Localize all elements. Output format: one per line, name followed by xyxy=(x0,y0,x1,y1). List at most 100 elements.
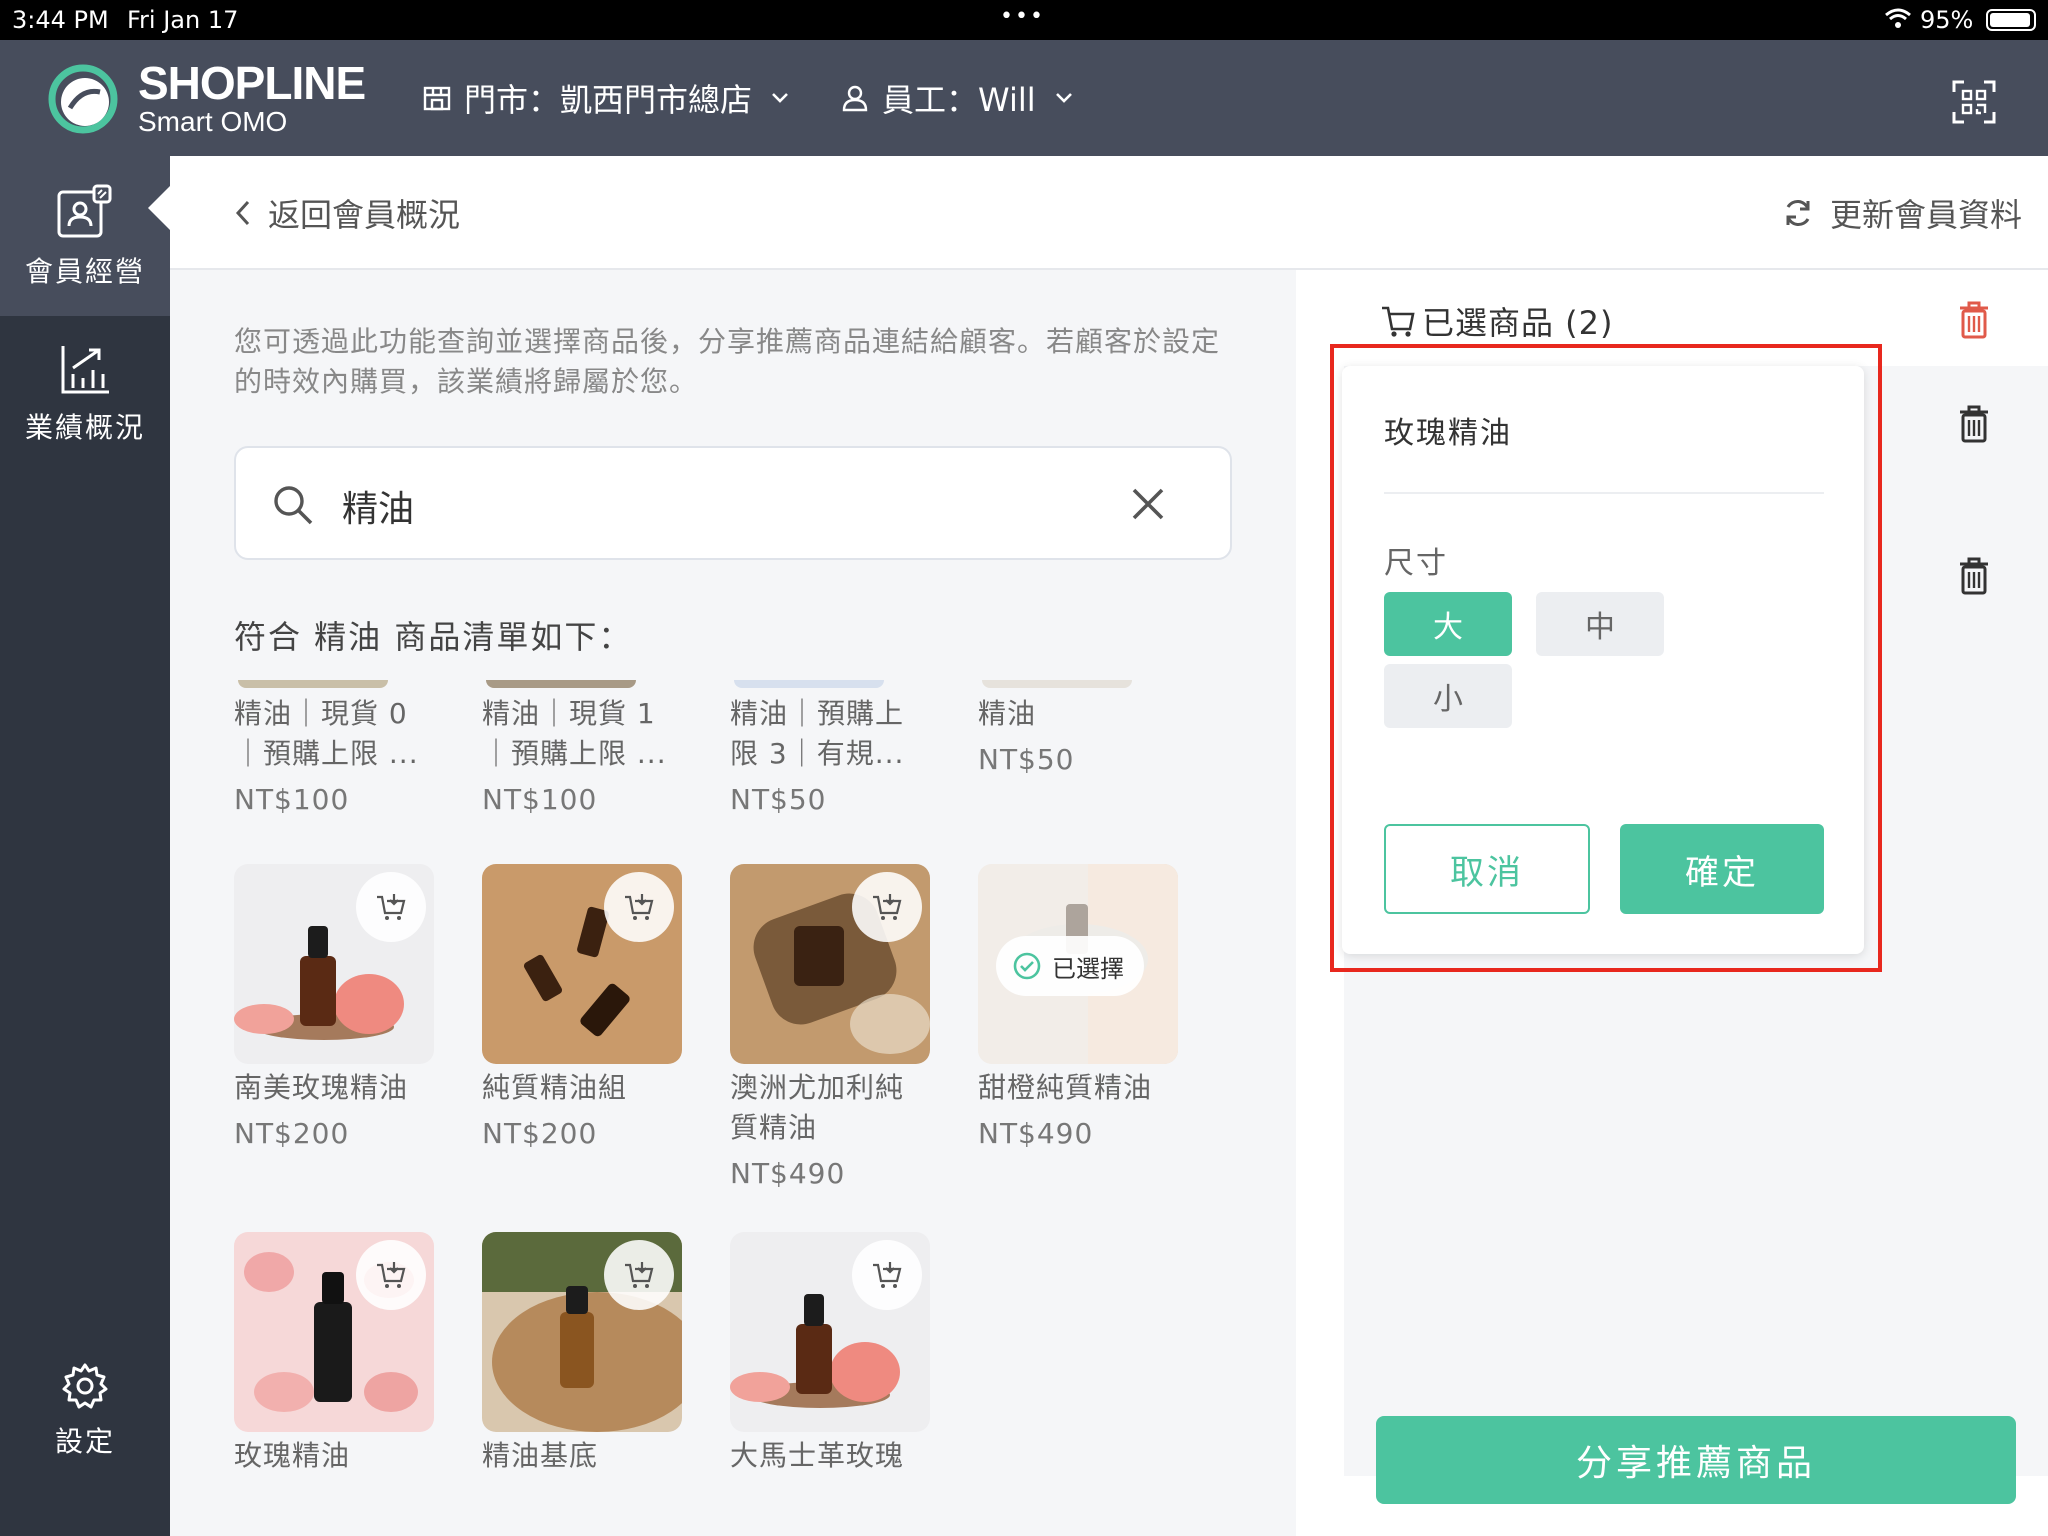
product-card[interactable]: 玫瑰精油 xyxy=(234,1232,434,1476)
refresh-icon xyxy=(1786,200,1810,226)
product-price: NT$50 xyxy=(978,743,1075,776)
product-name: 澳洲尤加利純質精油 xyxy=(730,1071,905,1144)
add-cart-icon xyxy=(873,894,902,920)
add-to-cart-button[interactable] xyxy=(604,1240,674,1310)
selected-label: 已選擇 xyxy=(1052,954,1124,983)
product-card[interactable]: 純質精油組 NT$200 xyxy=(482,864,682,1154)
add-to-cart-button[interactable] xyxy=(852,872,922,942)
product-card[interactable]: 大馬士革玫瑰 xyxy=(730,1232,930,1476)
back-label: 返回會員概況 xyxy=(268,196,461,234)
add-cart-icon xyxy=(625,1262,654,1288)
sidebar-item-label: 設定 xyxy=(54,1425,115,1458)
battery-icon xyxy=(1986,9,2036,31)
product-price: NT$100 xyxy=(482,783,598,816)
sidebar: 會員經營 業績概況 設定 xyxy=(0,156,170,1536)
remove-item-trash-icon[interactable] xyxy=(1956,404,1992,444)
result-title: 符合 精油 商品清單如下： xyxy=(234,618,633,656)
search-input[interactable]: 精油 xyxy=(234,446,1232,560)
close-icon[interactable] xyxy=(1128,484,1168,524)
app-header: SHOPLINE Smart OMO 門市：凱西門市總店 員工：Will xyxy=(0,40,2048,156)
member-card-icon xyxy=(57,184,112,238)
status-date: Fri Jan 17 xyxy=(127,6,239,34)
clear-all-trash-icon[interactable] xyxy=(1956,300,1992,340)
product-card[interactable]: 精油｜現貨 1｜預購上限 ... NT$100 xyxy=(482,680,682,820)
product-image xyxy=(234,864,434,1064)
search-icon xyxy=(274,486,313,525)
product-image xyxy=(482,864,682,1064)
product-image xyxy=(730,1232,930,1432)
product-name: 大馬士革玫瑰 xyxy=(730,1439,905,1472)
share-recommend-button[interactable]: 分享推薦商品 xyxy=(1376,1416,2016,1504)
product-search-panel: 您可透過此功能查詢並選擇商品後，分享推薦商品連結給顧客。若顧客於設定的時效內購買… xyxy=(170,270,1296,1536)
add-cart-icon xyxy=(377,894,406,920)
store-icon xyxy=(423,86,451,111)
search-value: 精油 xyxy=(342,489,415,530)
store-label: 門市：凱西門市總店 xyxy=(464,81,753,119)
qr-scan-icon[interactable] xyxy=(1952,80,1996,124)
product-card[interactable]: 精油｜現貨 0｜預購上限 ... NT$100 xyxy=(234,680,434,820)
remove-item-trash-icon[interactable] xyxy=(1956,556,1992,596)
product-price: NT$100 xyxy=(234,783,350,816)
product-name: 甜橙純質精油 xyxy=(978,1071,1153,1104)
sidebar-item-settings[interactable]: 設定 xyxy=(0,1362,170,1460)
product-price: NT$200 xyxy=(234,1117,350,1150)
product-price: NT$50 xyxy=(730,783,827,816)
back-button[interactable]: 返回會員概況 xyxy=(232,190,460,236)
product-card[interactable]: 已選擇 甜橙純質精油 NT$490 xyxy=(978,864,1178,1154)
product-image: 已選擇 xyxy=(978,864,1178,1064)
product-price: NT$490 xyxy=(730,1157,846,1190)
product-name: 精油｜預購上限 3｜有規... xyxy=(730,697,905,770)
product-price: NT$200 xyxy=(482,1117,598,1150)
add-to-cart-button[interactable] xyxy=(356,872,426,942)
status-time: 3:44 PM xyxy=(12,6,109,34)
brand-subtitle: Smart OMO xyxy=(138,106,288,137)
staff-label: 員工：Will xyxy=(882,81,1036,119)
add-to-cart-button[interactable] xyxy=(852,1240,922,1310)
add-cart-icon xyxy=(377,1262,406,1288)
sidebar-item-label: 業績概況 xyxy=(24,411,145,444)
product-card[interactable]: 澳洲尤加利純質精油 NT$490 xyxy=(730,864,930,1194)
check-circle-icon xyxy=(1013,952,1041,980)
staff-selector[interactable]: 員工：Will xyxy=(840,76,1074,120)
product-name: 精油 xyxy=(978,697,1037,730)
product-name: 南美玫瑰精油 xyxy=(234,1071,409,1104)
chevron-down-icon xyxy=(772,93,788,103)
add-to-cart-button[interactable] xyxy=(356,1240,426,1310)
product-image xyxy=(734,680,884,688)
sidebar-item-performance[interactable]: 業績概況 xyxy=(0,344,170,446)
wifi-icon xyxy=(1885,8,1911,28)
product-card[interactable]: 精油 NT$50 xyxy=(978,680,1178,780)
product-card[interactable]: 精油｜預購上限 3｜有規... NT$50 xyxy=(730,680,930,820)
cart-icon xyxy=(1382,306,1415,337)
store-selector[interactable]: 門市：凱西門市總店 xyxy=(422,76,790,120)
status-bar: 3:44 PM Fri Jan 17 ••• 95% xyxy=(0,0,2048,40)
product-name: 精油｜現貨 1｜預購上限 ... xyxy=(482,697,667,770)
product-card[interactable]: 精油基底 xyxy=(482,1232,682,1476)
selected-badge: 已選擇 xyxy=(996,936,1144,996)
battery-percent: 95% xyxy=(1920,6,1974,34)
refresh-label: 更新會員資料 xyxy=(1829,196,2022,234)
product-image xyxy=(730,864,930,1064)
chevron-left-icon xyxy=(235,200,250,226)
product-card[interactable]: 南美玫瑰精油 NT$200 xyxy=(234,864,434,1154)
product-name: 玫瑰精油 xyxy=(234,1439,351,1472)
sub-header: 返回會員概況 更新會員資料 xyxy=(170,156,2048,270)
cart-title-label: 已選商品 (2) xyxy=(1422,304,1614,342)
user-icon xyxy=(842,85,868,112)
product-image xyxy=(482,1232,682,1432)
brand-name: SHOPLINE xyxy=(138,57,366,109)
product-image xyxy=(238,680,388,688)
active-indicator xyxy=(148,186,170,230)
gear-icon xyxy=(62,1363,108,1409)
add-cart-icon xyxy=(873,1262,902,1288)
shopline-logo-icon xyxy=(48,64,118,134)
product-name: 精油｜現貨 0｜預購上限 ... xyxy=(234,697,419,770)
refresh-member-button[interactable]: 更新會員資料 xyxy=(1782,190,2022,236)
product-price: NT$490 xyxy=(978,1117,1094,1150)
chevron-down-icon xyxy=(1055,93,1072,103)
sidebar-item-member[interactable]: 會員經營 xyxy=(0,156,170,316)
highlight-frame xyxy=(1330,344,1882,972)
feature-description: 您可透過此功能查詢並選擇商品後，分享推薦商品連結給顧客。若顧客於設定的時效內購買… xyxy=(234,325,1221,398)
multitask-dots-icon[interactable]: ••• xyxy=(1000,4,1045,29)
add-to-cart-button[interactable] xyxy=(604,872,674,942)
